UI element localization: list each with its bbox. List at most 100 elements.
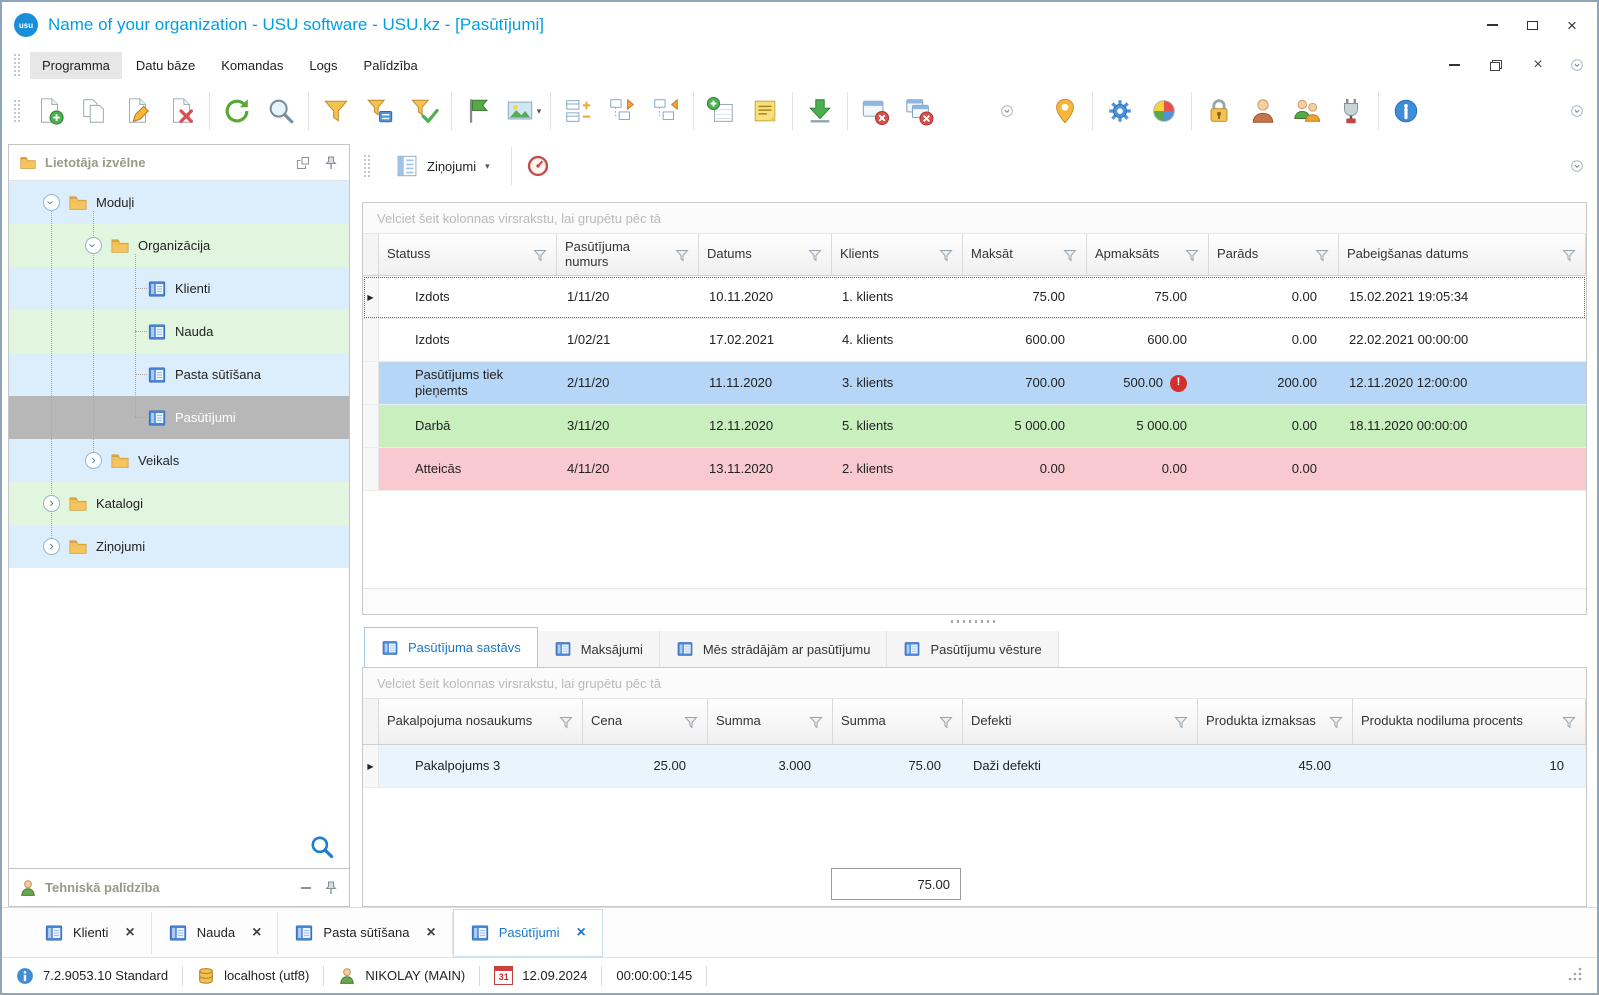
cell-finish[interactable]: 22.02.2021 00:00:00: [1339, 319, 1586, 361]
cell-client[interactable]: 5. klients: [832, 405, 963, 447]
column-header-cena[interactable]: Cena: [583, 699, 708, 744]
tab-pasutijumu-vesture[interactable]: Pasūtījumu vēsture: [887, 631, 1058, 667]
filter-icon[interactable]: [532, 247, 548, 263]
cell-date[interactable]: 13.11.2020: [699, 448, 832, 490]
cell-debt[interactable]: 0.00: [1209, 448, 1339, 490]
filter-icon[interactable]: [1184, 247, 1200, 263]
tree-item-moduli[interactable]: › Moduļi: [9, 181, 349, 224]
filter-icon[interactable]: [683, 714, 699, 730]
filter-icon[interactable]: [1561, 247, 1577, 263]
filter-icon[interactable]: [558, 714, 574, 730]
filter-icon[interactable]: [1328, 714, 1344, 730]
tab-maksajumi[interactable]: Maksājumi: [538, 631, 660, 667]
order-row-1[interactable]: ▶ Izdots 1/11/20 10.11.2020 1. klients 7…: [363, 276, 1586, 319]
doc-tab-nauda[interactable]: Nauda ×: [152, 912, 279, 954]
expander-icon[interactable]: ›: [43, 538, 60, 555]
column-header-maksat[interactable]: Maksāt: [963, 234, 1087, 275]
menu-logs[interactable]: Logs: [297, 52, 349, 79]
filter-icon[interactable]: [938, 247, 954, 263]
timer-gauge-button[interactable]: [525, 153, 551, 179]
cell-status[interactable]: Izdots: [379, 319, 557, 361]
picture-button[interactable]: ▾: [501, 87, 545, 135]
close-tab-icon[interactable]: ×: [576, 925, 585, 941]
expander-icon[interactable]: ›: [85, 237, 102, 254]
refresh-button[interactable]: [215, 87, 259, 135]
cell-number[interactable]: 1/11/20: [557, 276, 699, 318]
cell-client[interactable]: 1. klients: [832, 276, 963, 318]
cell-status[interactable]: Darbā: [379, 405, 557, 447]
filter-icon[interactable]: [808, 714, 824, 730]
toolbar-overflow-button[interactable]: [1567, 101, 1587, 121]
resize-grip[interactable]: [1567, 966, 1583, 985]
expand-nodes-button[interactable]: [600, 87, 644, 135]
column-header-parads[interactable]: Parāds: [1209, 234, 1339, 275]
pin-panel-icon[interactable]: [323, 880, 339, 896]
mdi-minimize-button[interactable]: [1441, 54, 1467, 76]
cell-finish[interactable]: 18.11.2020 00:00:00: [1339, 405, 1586, 447]
info-button[interactable]: [1384, 87, 1428, 135]
cell-debt[interactable]: 0.00: [1209, 276, 1339, 318]
collapse-nodes-button[interactable]: [644, 87, 688, 135]
doc-tab-klienti[interactable]: Klienti ×: [28, 912, 152, 954]
cell-debt[interactable]: 200.00: [1209, 362, 1339, 404]
filter-icon[interactable]: [938, 714, 954, 730]
cell-qty[interactable]: 3.000: [708, 745, 833, 787]
close-tab-icon[interactable]: ×: [426, 925, 435, 941]
tree-item-katalogi[interactable]: › Katalogi: [9, 482, 349, 525]
cell-service[interactable]: Pakalpojums 3: [379, 745, 583, 787]
cell-pay[interactable]: 700.00: [963, 362, 1087, 404]
location-pin-button[interactable]: [1043, 87, 1087, 135]
cell-debt[interactable]: 0.00: [1209, 319, 1339, 361]
close-all-windows-button[interactable]: [897, 87, 941, 135]
mdi-restore-button[interactable]: [1483, 54, 1509, 76]
settings-gear-button[interactable]: [1098, 87, 1142, 135]
cell-defects[interactable]: Daži defekti: [963, 745, 1198, 787]
plugin-button[interactable]: [1329, 87, 1373, 135]
column-header-izmaksas[interactable]: Produkta izmaksas: [1198, 699, 1353, 744]
close-tab-icon[interactable]: ×: [125, 925, 134, 941]
cell-finish[interactable]: 15.02.2021 19:05:34: [1339, 276, 1586, 318]
cell-number[interactable]: 3/11/20: [557, 405, 699, 447]
add-record-button[interactable]: [699, 87, 743, 135]
expander-icon[interactable]: ›: [43, 495, 60, 512]
menubar-customize-button[interactable]: [1567, 55, 1587, 75]
cell-number[interactable]: 2/11/20: [557, 362, 699, 404]
filter-icon[interactable]: [1062, 247, 1078, 263]
menu-palidziba[interactable]: Palīdzība: [352, 52, 430, 79]
cell-status[interactable]: Pasūtījums tiek pieņemts: [379, 362, 557, 404]
cell-status[interactable]: Atteicās: [379, 448, 557, 490]
pin-panel-icon[interactable]: [323, 155, 339, 171]
cell-client[interactable]: 3. klients: [832, 362, 963, 404]
cell-date[interactable]: 10.11.2020: [699, 276, 832, 318]
column-header-summa-2[interactable]: Summa: [833, 699, 963, 744]
filter-icon[interactable]: [674, 247, 690, 263]
search-button[interactable]: [259, 87, 303, 135]
toolbar-grip[interactable]: [364, 155, 370, 177]
tab-mes-stradajam[interactable]: Mēs strādājām ar pasūtījumu: [660, 631, 888, 667]
maximize-button[interactable]: [1519, 14, 1545, 36]
tree-item-pasutijumi-selected[interactable]: Pasūtījumi: [9, 396, 349, 439]
filter-settings-button[interactable]: [358, 87, 402, 135]
cell-pay[interactable]: 600.00: [963, 319, 1087, 361]
report-toolbar-overflow-button[interactable]: [1567, 156, 1587, 176]
notes-button[interactable]: [743, 87, 787, 135]
cell-client[interactable]: 4. klients: [832, 319, 963, 361]
cell-paid[interactable]: 0.00: [1087, 448, 1209, 490]
filter-icon[interactable]: [1314, 247, 1330, 263]
cell-pay[interactable]: 5 000.00: [963, 405, 1087, 447]
cell-date[interactable]: 12.11.2020: [699, 405, 832, 447]
cell-date[interactable]: 17.02.2021: [699, 319, 832, 361]
expander-icon[interactable]: ›: [43, 194, 60, 211]
lock-button[interactable]: [1197, 87, 1241, 135]
column-header-numurs[interactable]: Pasūtījuma numurs: [557, 234, 699, 275]
order-row-4[interactable]: Darbā 3/11/20 12.11.2020 5. klients 5 00…: [363, 405, 1586, 448]
tree-item-nauda[interactable]: Nauda: [9, 310, 349, 353]
cell-price[interactable]: 25.00: [583, 745, 708, 787]
menu-programma[interactable]: Programma: [30, 52, 122, 79]
cell-paid[interactable]: 600.00: [1087, 319, 1209, 361]
cell-pay[interactable]: 75.00: [963, 276, 1087, 318]
mdi-close-button[interactable]: ×: [1525, 54, 1551, 76]
toolbar-grip[interactable]: [14, 54, 20, 76]
filter-icon[interactable]: [807, 247, 823, 263]
cell-client[interactable]: 2. klients: [832, 448, 963, 490]
